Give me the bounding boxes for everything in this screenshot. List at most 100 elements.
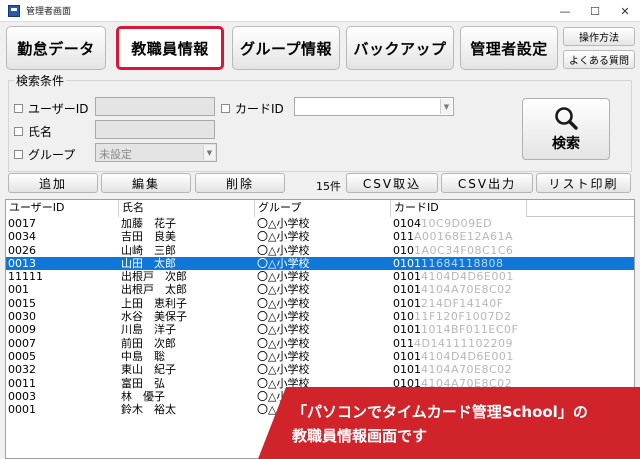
caption-banner: 「パソコンでタイムカード管理School」の 教職員情報画面です (258, 387, 640, 459)
user-id-input[interactable] (95, 97, 215, 116)
cell-group: 〇△小学校 (257, 296, 310, 310)
cell-user-id: 0007 (8, 336, 36, 350)
maximize-button[interactable]: ☐ (580, 0, 610, 22)
close-button[interactable]: ✕ (610, 0, 640, 22)
cell-group: 〇△小学校 (257, 323, 310, 337)
minimize-button[interactable]: — (550, 0, 580, 22)
card-id-masked: 4D14111102209 (414, 336, 513, 350)
cell-name: 出根戸 次郎 (121, 270, 187, 284)
add-button[interactable]: 追加 (8, 173, 98, 193)
table-row[interactable]: 001 出根戸 太郎 〇△小学校 01014104A70E8C02 (6, 283, 634, 297)
user-id-label: ユーザーID (28, 102, 89, 116)
table-row[interactable]: 0007 前田 次郎 〇△小学校 0114D14111102209 (6, 336, 634, 350)
card-id-select[interactable]: ▼ (294, 97, 454, 116)
card-id-masked: 11F120F1007D2 (414, 310, 512, 324)
title-bar: 管理者画面 — ☐ ✕ (0, 0, 640, 22)
faq-button[interactable]: よくある質問 (563, 50, 635, 69)
table-row[interactable]: 0013 山田 太郎 〇△小学校 010111684118808 (6, 256, 634, 271)
user-id-checkbox[interactable] (14, 104, 23, 113)
help-button[interactable]: 操作方法 (563, 27, 635, 46)
cell-user-id: 0015 (8, 296, 36, 310)
group-select-value: 未設定 (99, 148, 132, 161)
cell-user-id: 001 (8, 283, 29, 297)
cell-name: 山田 太郎 (121, 256, 176, 270)
cell-group: 〇△小学校 (257, 310, 310, 324)
cell-card-id: 0114D14111102209 (391, 337, 527, 350)
cell-card-id: 0101214DF14140F (391, 297, 527, 310)
cell-group: 〇△小学校 (257, 283, 310, 297)
edit-button[interactable]: 編集 (101, 173, 191, 193)
cell-card-id: 010111684118808 (391, 257, 527, 270)
card-id-prefix: 0101 (393, 323, 421, 337)
nav-backup[interactable]: バックアップ (346, 26, 454, 70)
cell-user-id: 0013 (8, 256, 36, 270)
search-button[interactable]: 検索 (522, 98, 610, 160)
chevron-down-icon: ▼ (203, 145, 215, 160)
cell-name: 水谷 美保子 (121, 310, 187, 324)
cell-group: 〇△小学校 (257, 270, 310, 284)
card-id-prefix: 0101 (393, 256, 421, 270)
name-filter[interactable]: 氏名 (14, 123, 52, 140)
column-header-group[interactable]: グループ (255, 200, 391, 217)
csv-export-button[interactable]: CSV出力 (441, 173, 533, 193)
table-row[interactable]: 0026 山崎 三郎 〇△小学校 0101A0C34F08C1C6 (6, 243, 634, 257)
cell-name: 林 優子 (121, 389, 165, 403)
card-id-prefix: 0104 (393, 217, 421, 230)
card-id-masked: 1014BF011EC0F (421, 323, 519, 337)
cell-card-id: 0101A0C34F08C1C6 (391, 244, 527, 257)
card-id-filter[interactable]: カードID (221, 100, 284, 117)
cell-group: 〇△小学校 (257, 363, 310, 377)
table-row[interactable]: 0017 加藤 花子 〇△小学校 010410C9D09ED (6, 217, 634, 230)
cell-user-id: 0011 (8, 376, 36, 390)
nav-attendance-data[interactable]: 勤怠データ (6, 26, 106, 70)
table-row[interactable]: 11111 出根戸 次郎 〇△小学校 01014104D4D6E001 (6, 270, 634, 284)
table-row[interactable]: 0005 中島 聡 〇△小学校 01014104D4D6E001 (6, 349, 634, 363)
csv-import-button[interactable]: CSV取込 (346, 173, 438, 193)
window-controls: — ☐ ✕ (550, 0, 640, 22)
table-row[interactable]: 0009 川島 洋子 〇△小学校 01011014BF011EC0F (6, 323, 634, 337)
cell-card-id: 011A00168E12A61A (391, 230, 527, 243)
nav-admin-settings[interactable]: 管理者設定 (460, 26, 558, 70)
print-list-button[interactable]: リスト印刷 (536, 173, 631, 193)
table-row[interactable]: 0030 水谷 美保子 〇△小学校 01011F120F1007D2 (6, 310, 634, 324)
chevron-down-icon: ▼ (440, 99, 452, 114)
user-id-filter[interactable]: ユーザーID (14, 100, 89, 117)
cell-name: 東山 紀子 (121, 363, 176, 377)
table-body: 0017 加藤 花子 〇△小学校 010410C9D09ED 0034 吉田 良美 〇△小学… (6, 217, 634, 416)
search-button-label: 検索 (552, 136, 580, 152)
cell-user-id: 0005 (8, 349, 36, 363)
group-filter[interactable]: グループ (14, 146, 75, 163)
delete-button[interactable]: 削除 (195, 173, 285, 193)
group-select[interactable]: 未設定 ▼ (95, 143, 217, 162)
group-checkbox[interactable] (14, 150, 23, 159)
column-header-name[interactable]: 氏名 (119, 200, 255, 217)
cell-group: 〇△小学校 (257, 349, 310, 363)
cell-name: 川島 洋子 (121, 323, 176, 337)
column-header-user-id[interactable]: ユーザーID (6, 200, 119, 217)
card-id-masked: 1A0C34F08C1C6 (414, 243, 514, 257)
card-id-masked: 4104D4D6E001 (421, 349, 514, 363)
cell-group: 〇△小学校 (257, 256, 310, 270)
nav-staff-info[interactable]: 教職員情報 (116, 26, 224, 70)
card-id-label: カードID (235, 102, 284, 116)
column-header-card-id[interactable]: カードID (391, 200, 527, 217)
table-row[interactable]: 0015 上田 恵利子 〇△小学校 0101214DF14140F (6, 296, 634, 310)
table-row[interactable]: 0032 東山 紀子 〇△小学校 01014104A70E8C02 (6, 363, 634, 377)
cell-card-id: 010410C9D09ED (391, 217, 527, 230)
table-row[interactable]: 0034 吉田 良美 〇△小学校 011A00168E12A61A (6, 230, 634, 244)
cell-card-id: 01011F120F1007D2 (391, 310, 527, 323)
name-input[interactable] (95, 120, 215, 139)
name-checkbox[interactable] (14, 127, 23, 136)
cell-group: 〇△小学校 (257, 230, 310, 244)
card-id-prefix: 0101 (393, 283, 421, 297)
window-title: 管理者画面 (26, 7, 72, 17)
cell-name: 山崎 三郎 (121, 243, 176, 257)
cell-name: 前田 次郎 (121, 336, 176, 350)
nav-group-info[interactable]: グループ情報 (232, 26, 340, 70)
card-id-checkbox[interactable] (221, 104, 230, 113)
card-id-masked: A00168E12A61A (414, 230, 514, 244)
cell-group: 〇△小学校 (257, 243, 310, 257)
caption-line-2: 教職員情報画面です (292, 427, 428, 445)
search-icon (555, 107, 578, 130)
card-id-prefix: 0101 (393, 349, 421, 363)
